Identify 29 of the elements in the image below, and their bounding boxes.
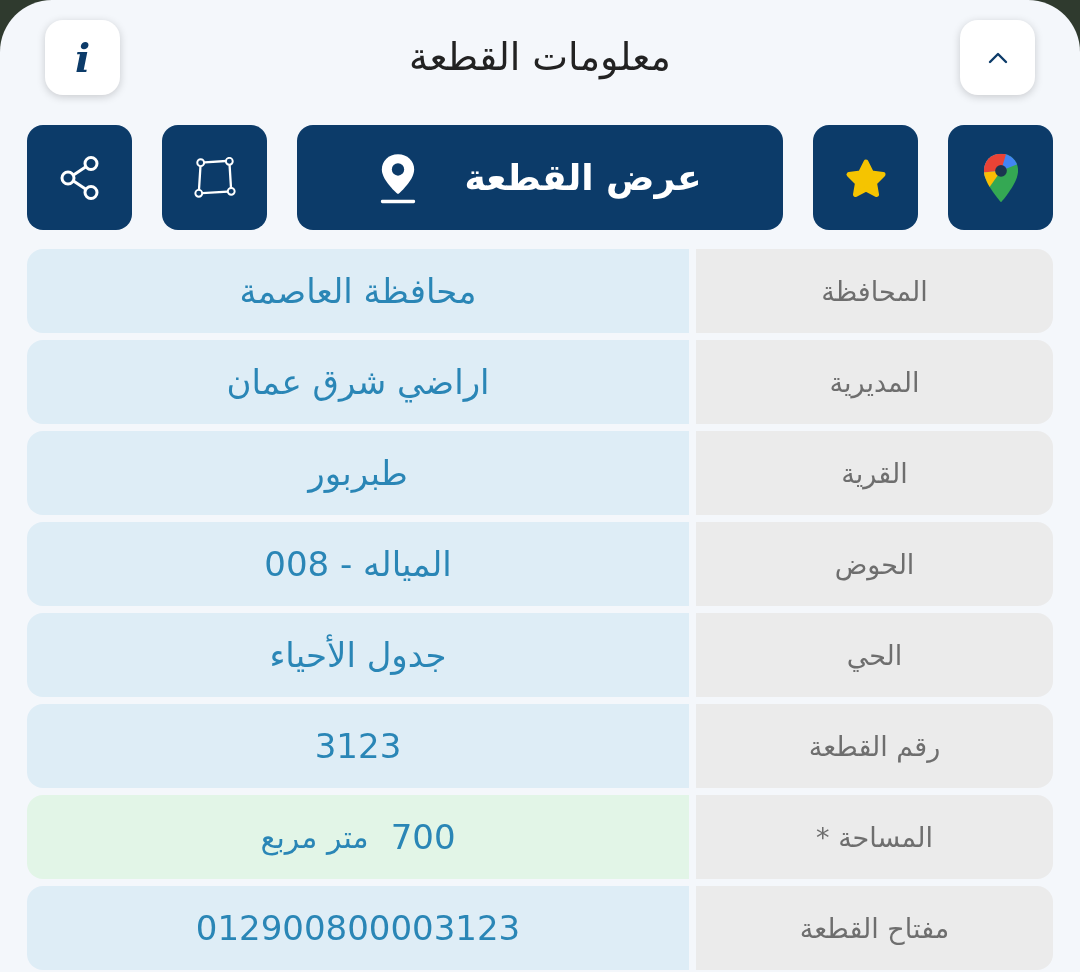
field-value: 012900800003123 (195, 908, 521, 948)
field-label: رقم القطعة (696, 704, 1053, 788)
field-label: الحوض (696, 522, 1053, 606)
unit-label: متر مربع (260, 819, 369, 855)
polygon-icon (193, 156, 236, 199)
chevron-up-icon (987, 51, 1008, 64)
field-value: طبربور (308, 453, 408, 493)
panel-title: معلومات القطعة (408, 34, 672, 81)
field-label: المساحة * (696, 795, 1053, 879)
field-value: المياله - 008 (264, 544, 452, 584)
field-label: مفتاح القطعة (696, 886, 1053, 970)
maps-button[interactable] (948, 125, 1053, 230)
info-button[interactable]: i (45, 20, 120, 95)
field-value: جدول الأحياء (269, 635, 447, 675)
location-pin-icon (378, 151, 417, 204)
boundary-button[interactable] (162, 125, 267, 230)
favorite-button[interactable] (813, 125, 918, 230)
field-label: القرية (696, 431, 1053, 515)
field-value: اراضي شرق عمان (226, 362, 490, 402)
share-icon (58, 154, 101, 201)
star-icon (843, 156, 888, 199)
field-value: 700 (390, 817, 456, 857)
field-label: الحي (696, 613, 1053, 697)
share-button[interactable] (27, 125, 132, 230)
field-value: محافظة العاصمة (239, 271, 477, 311)
field-value: 3123 (314, 726, 402, 766)
show-plot-button[interactable]: عرض القطعة (297, 125, 783, 230)
field-label: المحافظة (696, 249, 1053, 333)
field-label: المديرية (696, 340, 1053, 424)
